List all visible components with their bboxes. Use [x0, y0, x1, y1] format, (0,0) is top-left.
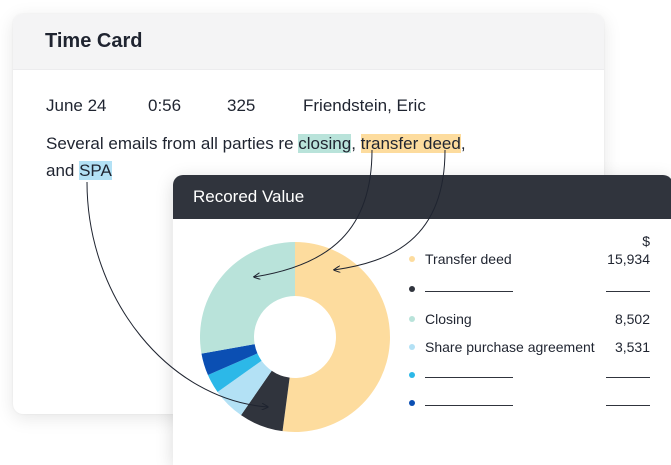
legend-row [405, 393, 650, 413]
legend-currency: $ [642, 233, 650, 249]
recorded-value-card: Recored Value $ Transfer deed 15,934 Closi… [173, 175, 671, 465]
legend-blank-label [425, 405, 513, 406]
legend-blank-value [606, 291, 650, 292]
entry-duration: 0:56 [148, 96, 182, 115]
legend-dot [409, 400, 415, 406]
legend-blank-label [425, 291, 513, 292]
legend-dot [409, 256, 415, 262]
desc-and: and [46, 161, 80, 180]
legend-row: Transfer deed 15,934 [405, 249, 650, 269]
legend-value: 3,531 [614, 339, 650, 355]
highlight-closing: closing [298, 134, 352, 153]
legend-dot [409, 372, 415, 378]
legend-value: 15,934 [607, 251, 650, 267]
legend-row [405, 279, 650, 299]
highlight-transfer-deed: transfer deed [360, 134, 461, 153]
donut-slice-closing [200, 242, 295, 354]
entry-name: Friendstein, Eric [303, 96, 426, 115]
highlight-spa: SPA [79, 161, 112, 180]
entry-code: 325 [227, 96, 256, 115]
legend-dot [409, 286, 415, 292]
time-card-title: Time Card [45, 30, 143, 52]
legend-row [405, 365, 650, 385]
desc-sep1: , [351, 134, 361, 153]
time-card-header: Time Card [13, 14, 604, 70]
legend-dot [409, 316, 415, 322]
legend-blank-value [606, 377, 650, 378]
legend-label: Share purchase agreement [425, 339, 595, 355]
desc-prefix: Several emails from all parties re [46, 134, 299, 153]
legend-value: 8,502 [614, 311, 650, 327]
legend-row: Closing 8,502 [405, 309, 650, 329]
legend-blank-value [606, 405, 650, 406]
legend-blank-label [425, 377, 513, 378]
donut-slice-transfer-deed [282, 242, 390, 432]
legend-label: Closing [425, 311, 472, 327]
desc-sep2: , [460, 134, 466, 153]
legend-label: Transfer deed [425, 251, 512, 267]
legend-dot [409, 344, 415, 350]
entry-date: June 24 [46, 96, 107, 115]
legend-row: Share purchase agreement 3,531 [405, 337, 650, 357]
